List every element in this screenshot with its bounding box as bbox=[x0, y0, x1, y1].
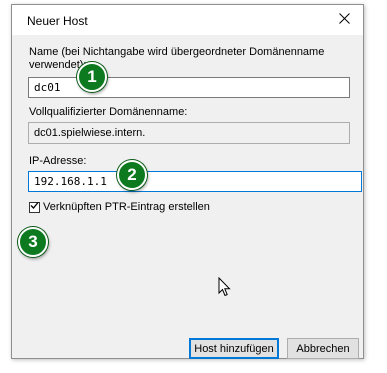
close-button[interactable] bbox=[329, 7, 359, 33]
fqdn-label: Vollqualifizierter Domänenname: bbox=[29, 106, 188, 118]
ip-address-input[interactable]: 192.168.1.1 bbox=[28, 171, 362, 192]
fqdn-field: dc01.spielwiese.intern. bbox=[28, 122, 350, 144]
ip-address-label: IP-Adresse: bbox=[29, 155, 87, 167]
callout-badge-2: 2 bbox=[117, 160, 147, 190]
name-input[interactable]: dc01 bbox=[28, 77, 350, 98]
ptr-checkbox[interactable] bbox=[29, 201, 40, 213]
callout-badge-3: 3 bbox=[18, 227, 48, 257]
checkmark-icon bbox=[30, 201, 39, 213]
name-label: Name (bei Nichtangabe wird übergeordnete… bbox=[29, 46, 325, 69]
cancel-button[interactable]: Abbrechen bbox=[287, 338, 359, 359]
ptr-checkbox-label: Verknüpften PTR-Eintrag erstellen bbox=[43, 201, 210, 213]
title-bar: Neuer Host bbox=[12, 5, 363, 35]
close-icon bbox=[338, 13, 350, 27]
mouse-cursor-icon bbox=[218, 276, 232, 300]
ptr-checkbox-row[interactable]: Verknüpften PTR-Eintrag erstellen bbox=[29, 201, 210, 213]
add-host-button[interactable]: Host hinzufügen bbox=[189, 338, 279, 359]
callout-badge-1: 1 bbox=[77, 62, 107, 92]
window-title: Neuer Host bbox=[27, 14, 88, 28]
new-host-dialog: Neuer Host Name (bei Nichtangabe wird üb… bbox=[11, 4, 364, 359]
